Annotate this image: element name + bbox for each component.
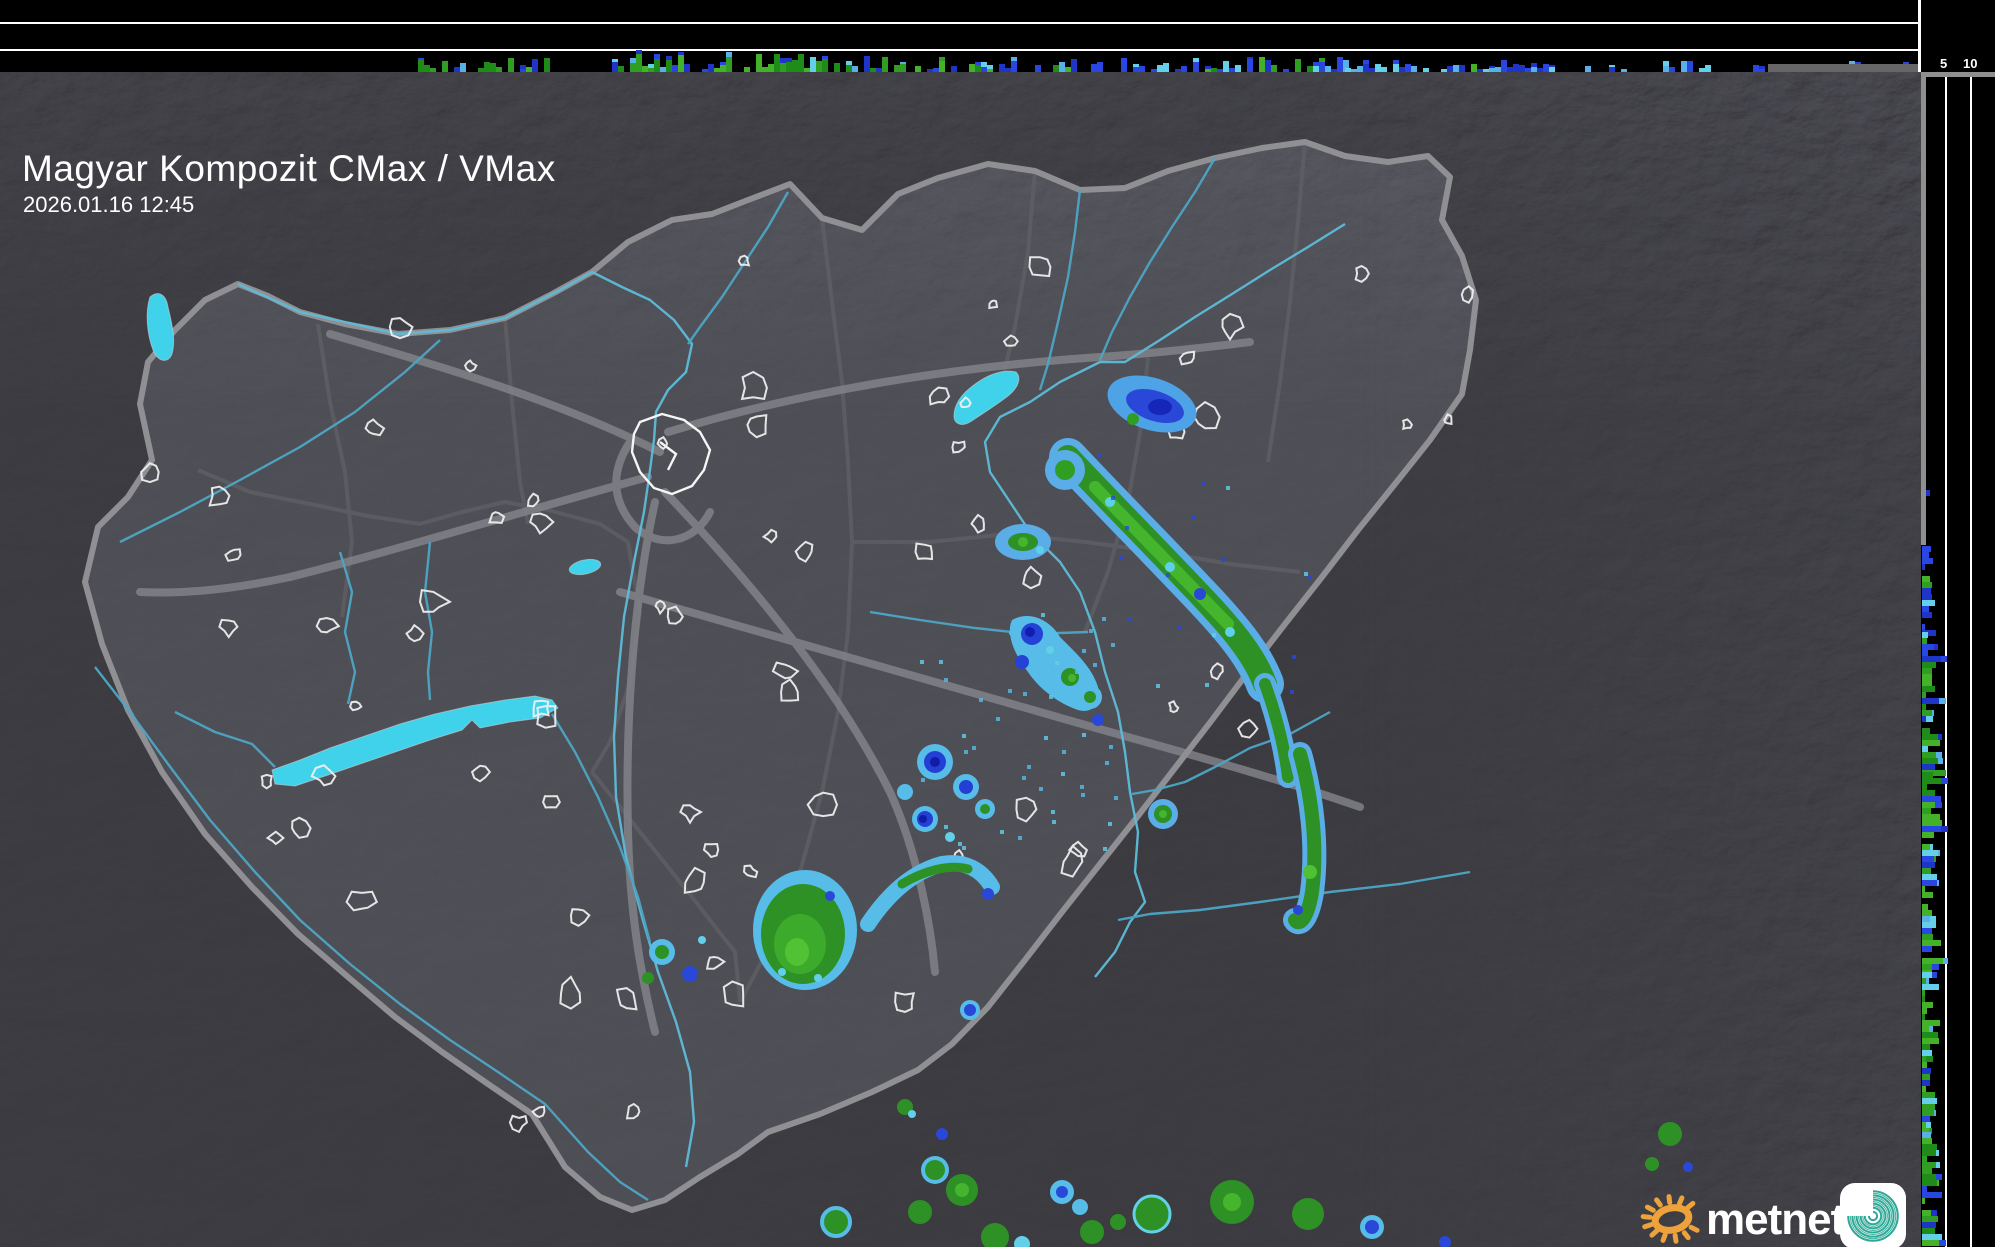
right-profile-echoes: [1921, 72, 1995, 1247]
right-panel-ground-bar: [1921, 77, 1926, 545]
right-profile-panel: [1921, 72, 1995, 1247]
terrain-layer: [0, 72, 1921, 1247]
right-panel-top-bar: [1921, 72, 1995, 77]
radar-map-canvas: [0, 72, 1921, 1247]
logo-text: metnet: [1706, 1195, 1844, 1245]
right-axis-label-5: 5: [1940, 57, 1947, 70]
timestamp: 2026.01.16 12:45: [23, 192, 194, 218]
corner-panel: [1921, 0, 1995, 72]
metnet-logo: metnet: [1638, 1177, 1918, 1247]
top-profile-echoes: [0, 0, 1921, 72]
radar-map: Magyar Kompozit CMax / VMax 2026.01.16 1…: [0, 72, 1921, 1247]
top-panel-ground-bar: [1768, 64, 1921, 72]
metnet-app-icon: [1840, 1183, 1906, 1247]
spiral-icon: [1840, 1183, 1906, 1247]
sun-icon: [1638, 1177, 1708, 1247]
top-profile-panel: [0, 0, 1921, 72]
page-title: Magyar Kompozit CMax / VMax: [22, 148, 556, 190]
radar-app: Magyar Kompozit CMax / VMax 2026.01.16 1…: [0, 0, 1995, 1247]
right-axis-label-10: 10: [1963, 57, 1977, 70]
